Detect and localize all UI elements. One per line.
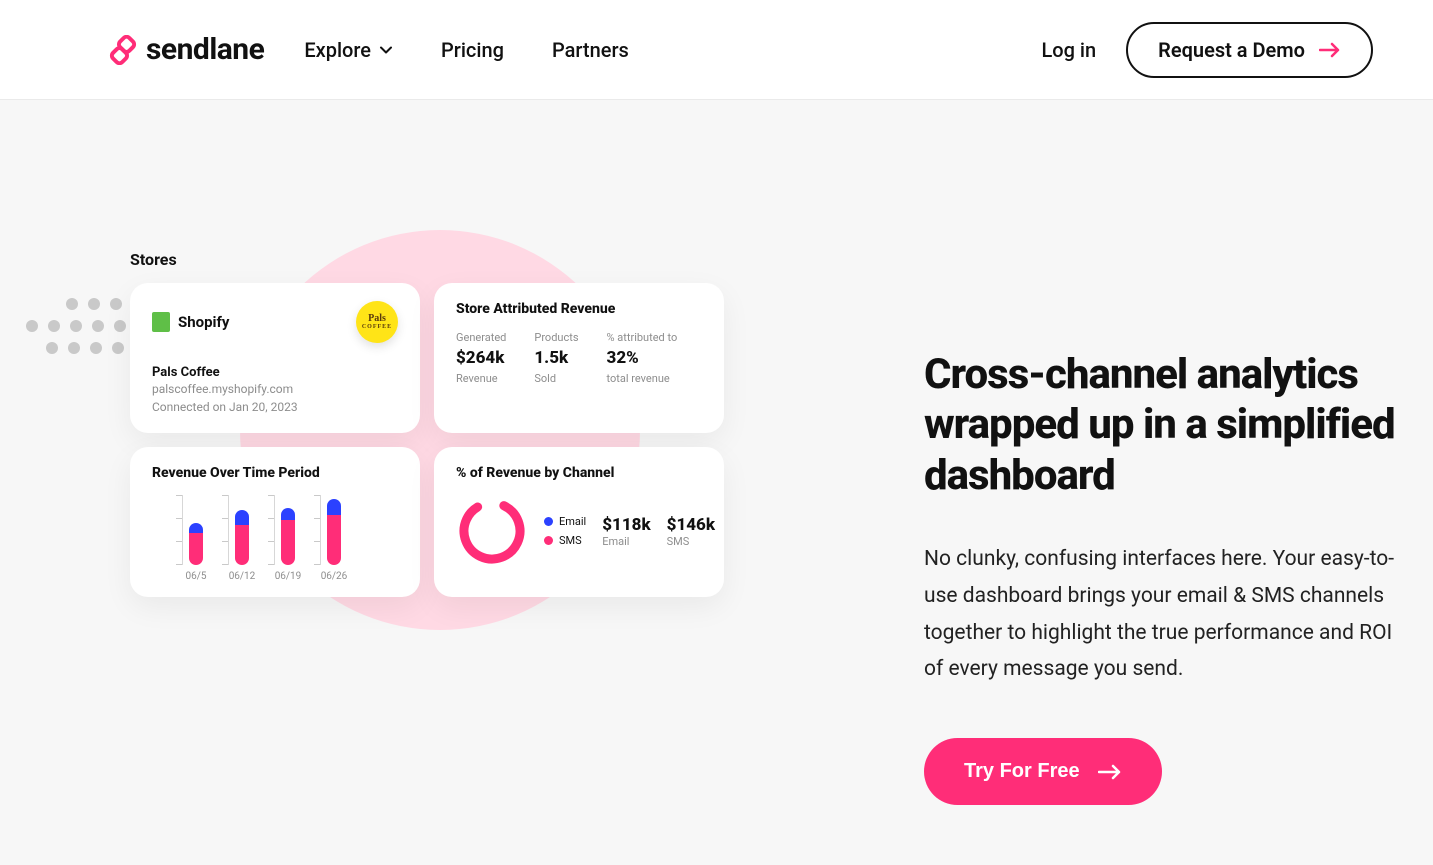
legend-dot-email-icon — [544, 517, 553, 526]
hero-headline: Cross-channel analytics wrapped up in a … — [924, 350, 1413, 501]
try-for-free-button[interactable]: Try For Free — [924, 738, 1162, 805]
arrow-right-icon — [1319, 42, 1341, 58]
nav-partners[interactable]: Partners — [552, 38, 629, 62]
hero-text: Cross-channel analytics wrapped up in a … — [924, 350, 1413, 805]
channel-legend: Email SMS — [544, 515, 586, 547]
nav-partners-label: Partners — [552, 38, 629, 62]
store-avatar-bottom: COFFEE — [362, 324, 392, 330]
bar-category-label: 06/12 — [229, 571, 256, 582]
hero-body: No clunky, confusing interfaces here. Yo… — [924, 541, 1413, 688]
revenue-time-title: Revenue Over Time Period — [152, 465, 398, 481]
try-for-free-label: Try For Free — [964, 760, 1080, 783]
store-name: Pals Coffee — [152, 365, 398, 380]
bar-column: 06/26 — [320, 495, 348, 582]
login-link[interactable]: Log in — [1041, 38, 1096, 62]
legend-email-label: Email — [559, 515, 586, 528]
channel-email-sub: Email — [602, 535, 650, 548]
dashboard-cards: Shopify Pals COFFEE Pals Coffee palscoff… — [130, 283, 724, 597]
attributed-revenue-card: Store Attributed Revenue Generated $264k… — [434, 283, 724, 433]
revenue-time-chart: 06/5 06/12 06/19 06/26 — [182, 495, 398, 582]
request-demo-label: Request a Demo — [1158, 38, 1305, 62]
metric-label: Generated — [456, 331, 506, 344]
nav-pricing-label: Pricing — [441, 38, 504, 62]
arrow-right-icon — [1098, 764, 1122, 780]
bar-column: 06/12 — [228, 495, 256, 582]
login-label: Log in — [1041, 38, 1096, 62]
hero-section: Stores Shopify Pals COFFEE Pals Coffee p… — [0, 100, 1433, 865]
nav-pricing[interactable]: Pricing — [441, 38, 504, 62]
request-demo-button[interactable]: Request a Demo — [1126, 22, 1373, 78]
store-avatar: Pals COFFEE — [356, 301, 398, 343]
metric-value: 1.5k — [534, 348, 578, 368]
metric-value: $264k — [456, 348, 506, 368]
metric-attributed: % attributed to 32% total revenue — [607, 331, 678, 385]
decorative-dots — [26, 298, 144, 354]
dashboard-illustration: Stores Shopify Pals COFFEE Pals Coffee p… — [130, 250, 724, 597]
bar-column: 06/19 — [274, 495, 302, 582]
store-connected-date: Connected on Jan 20, 2023 — [152, 398, 398, 416]
shopify-label: Shopify — [178, 313, 229, 331]
nav-explore-label: Explore — [304, 38, 371, 62]
stores-title: Stores — [130, 250, 724, 269]
shopify-icon — [152, 312, 170, 332]
channel-email-value: $118k — [602, 515, 650, 535]
bar-category-label: 06/5 — [186, 571, 207, 582]
header-right: Log in Request a Demo — [1041, 22, 1373, 78]
bar-category-label: 06/26 — [321, 571, 348, 582]
nav-explore[interactable]: Explore — [304, 38, 393, 62]
metric-label: Products — [534, 331, 578, 344]
metric-label: % attributed to — [607, 331, 678, 344]
channel-sms-value: $146k — [667, 515, 715, 535]
brand-logo-icon — [108, 35, 138, 65]
revenue-channel-donut — [456, 495, 528, 567]
bar-category-label: 06/19 — [275, 571, 302, 582]
metric-generated: Generated $264k Revenue — [456, 331, 506, 385]
shopify-store-card: Shopify Pals COFFEE Pals Coffee palscoff… — [130, 283, 420, 433]
legend-sms-label: SMS — [559, 534, 582, 547]
revenue-channel-title: % of Revenue by Channel — [456, 465, 702, 481]
attributed-title: Store Attributed Revenue — [456, 301, 702, 317]
store-avatar-top: Pals — [368, 314, 386, 324]
brand-logo[interactable]: sendlane — [108, 32, 264, 67]
metric-sub: total revenue — [607, 372, 678, 385]
channel-sms-sub: SMS — [667, 535, 715, 548]
revenue-by-channel-card: % of Revenue by Channel Email SMS $118k … — [434, 447, 724, 597]
bar-column: 06/5 — [182, 495, 210, 582]
site-header: sendlane Explore Pricing Partners Log in… — [0, 0, 1433, 100]
metric-sub: Sold — [534, 372, 578, 385]
metric-value: 32% — [607, 348, 678, 368]
metric-products: Products 1.5k Sold — [534, 331, 578, 385]
chevron-down-icon — [379, 38, 393, 62]
main-nav: Explore Pricing Partners — [304, 38, 628, 62]
brand-name: sendlane — [146, 32, 264, 67]
store-domain: palscoffee.myshopify.com — [152, 380, 398, 398]
channel-sms-metric: $146k SMS — [667, 515, 715, 548]
metric-sub: Revenue — [456, 372, 506, 385]
channel-email-metric: $118k Email — [602, 515, 650, 548]
legend-dot-sms-icon — [544, 536, 553, 545]
revenue-over-time-card: Revenue Over Time Period 06/506/1206/190… — [130, 447, 420, 597]
